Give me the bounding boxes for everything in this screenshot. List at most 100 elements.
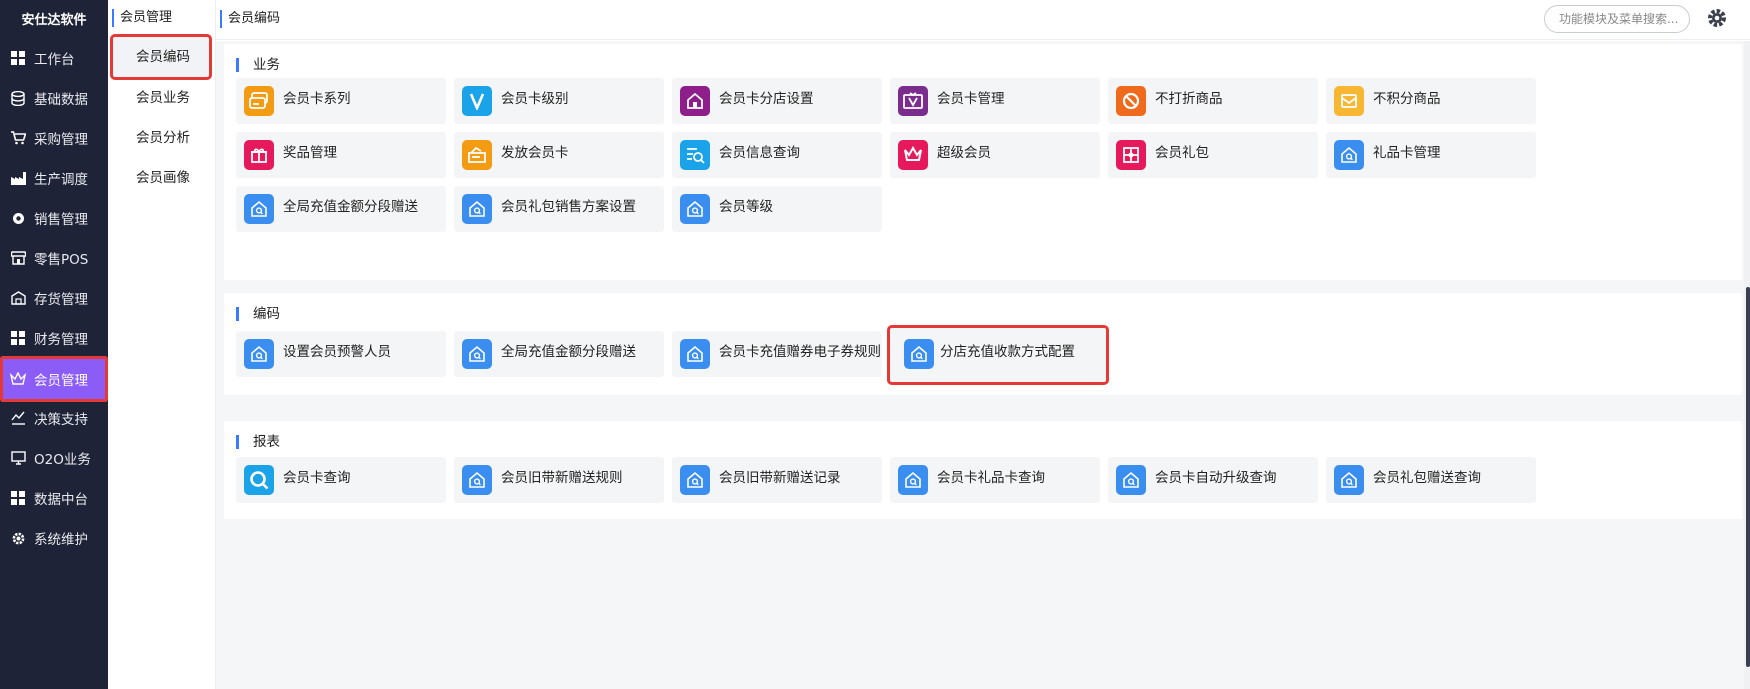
card-series-icon [244,86,274,116]
grid-icon [10,490,26,506]
chart-icon [10,410,26,426]
grid-icon [10,50,26,66]
sidebar-item-system[interactable]: 系统维护 [0,518,108,558]
tile-label: 分店充值收款方式配置 [940,344,1075,360]
sidebar-item-label: 采购管理 [34,132,88,148]
issue-card-icon [462,140,492,170]
submenu-item-member-business[interactable]: 会员业务 [108,78,216,118]
reports-tile[interactable]: 会员旧带新赠送记录 [672,457,882,503]
home-search-icon [244,194,274,224]
business-tile[interactable]: 不积分商品 [1326,78,1536,124]
database-icon [10,90,26,106]
v-level-icon [462,86,492,116]
submenu-item-member-code[interactable]: 会员编码 [110,34,212,80]
store-icon [10,250,26,266]
home-search-icon [1116,465,1146,495]
tile-label: 会员卡管理 [937,91,1005,107]
sidebar-item-label: 基础数据 [34,92,88,108]
business-tile[interactable]: 会员等级 [672,186,882,232]
sidebar-item-label: 财务管理 [34,332,88,348]
sidebar-item-finance[interactable]: 财务管理 [0,318,108,358]
tile-label: 会员卡级别 [501,91,569,107]
reports-tile[interactable]: 会员旧带新赠送规则 [454,457,664,503]
tile-label: 全局充值金额分段赠送 [283,199,418,215]
tile-label: 不打折商品 [1155,91,1223,107]
brand-logo: 安仕达软件 [21,13,87,28]
business-tile[interactable]: 超级会员 [890,132,1100,178]
sidebar-item-inventory[interactable]: 存货管理 [0,278,108,318]
sidebar-item-base-data[interactable]: 基础数据 [0,78,108,118]
section-reports: 报表 会员卡查询 会员旧带新赠送规则 会员旧带新赠送记录 会员卡礼品卡查询 会员卡自动升… [224,421,1742,519]
tile-label: 全局充值金额分段赠送 [501,344,636,360]
sidebar-item-member[interactable]: 会员管理 [0,356,108,402]
top-bar: 会员编码 功能模块及菜单搜索... [216,0,1750,40]
sidebar-item-decision[interactable]: 决策支持 [0,398,108,438]
home-search-icon [680,465,710,495]
tile-label: 会员卡充值赠券电子券规则 [719,344,881,360]
coding-tile[interactable]: 全局充值金额分段赠送 [454,331,664,377]
home-search-icon [462,339,492,369]
business-tile[interactable]: 礼品卡管理 [1326,132,1536,178]
submenu-title: 会员管理 [112,9,172,27]
content-area: 业务 会员卡系列 会员卡级别 会员卡分店设置 会员卡管理 不打折商品 不积分商品奖品管理 发… [216,41,1750,689]
coding-tile[interactable]: 会员卡充值赠券电子券规则 [672,331,882,377]
no-discount-icon [1116,86,1146,116]
sidebar-item-production[interactable]: 生产调度 [0,158,108,198]
reports-tile[interactable]: 会员礼包赠送查询 [1326,457,1536,503]
business-tile[interactable]: 会员卡系列 [236,78,446,124]
home-search-icon [680,339,710,369]
business-tile[interactable]: 奖品管理 [236,132,446,178]
business-tile[interactable]: 会员信息查询 [672,132,882,178]
home-search-icon [1334,140,1364,170]
sidebar-item-sales[interactable]: 销售管理 [0,198,108,238]
business-tile[interactable]: 不打折商品 [1108,78,1318,124]
home-search-icon [898,465,928,495]
tile-label: 超级会员 [937,145,991,161]
sidebar-item-label: 存货管理 [34,292,88,308]
sidebar-item-purchase[interactable]: 采购管理 [0,118,108,158]
submenu-item-member-portrait[interactable]: 会员画像 [108,158,216,198]
mail-box-icon [1334,86,1364,116]
settings-gear-icon[interactable] [1706,7,1728,29]
tile-label: 会员礼包销售方案设置 [501,199,636,215]
tile-label: 会员卡礼品卡查询 [937,470,1045,486]
coding-tile[interactable]: 设置会员预警人员 [236,331,446,377]
section-title: 报表 [236,435,280,449]
sidebar-item-retail-pos[interactable]: 零售POS [0,238,108,278]
gear-icon [10,530,26,546]
monitor-icon [10,450,26,466]
tile-label: 设置会员预警人员 [283,344,391,360]
home-search-icon [680,194,710,224]
business-tile[interactable]: 会员卡分店设置 [672,78,882,124]
warehouse-icon [10,290,26,306]
sidebar-item-data-center[interactable]: 数据中台 [0,478,108,518]
crown-icon [10,371,26,387]
secondary-menu: 会员管理 会员编码 会员业务 会员分析 会员画像 [108,0,216,689]
sidebar-item-workbench[interactable]: 工作台 [0,38,108,78]
business-tile[interactable]: 会员卡级别 [454,78,664,124]
magnifier-icon [244,465,274,495]
tile-label: 会员旧带新赠送规则 [501,470,623,486]
sidebar-item-label: 生产调度 [34,172,88,188]
submenu-item-member-analysis[interactable]: 会员分析 [108,118,216,158]
business-tile[interactable]: 发放会员卡 [454,132,664,178]
business-tile[interactable]: 会员卡管理 [890,78,1100,124]
reports-tile[interactable]: 会员卡查询 [236,457,446,503]
business-tile[interactable]: 全局充值金额分段赠送 [236,186,446,232]
home-search-icon [904,339,934,369]
sidebar-item-o2o[interactable]: O2O业务 [0,438,108,478]
main-sidebar: 安仕达软件 工作台 基础数据 采购管理 生产调度 销售管理 零售POS 存货管理… [0,0,108,689]
section-title: 业务 [236,58,280,72]
gift-pack-icon [1116,140,1146,170]
business-tile[interactable]: 会员礼包销售方案设置 [454,186,664,232]
business-tile[interactable]: 会员礼包 [1108,132,1318,178]
tile-label: 会员卡系列 [283,91,351,107]
coding-tile[interactable]: 分店充值收款方式配置 [887,325,1109,385]
reports-tile[interactable]: 会员卡礼品卡查询 [890,457,1100,503]
scrollbar-thumb[interactable] [1746,287,1750,667]
reports-tile[interactable]: 会员卡自动升级查询 [1108,457,1318,503]
home-search-icon [244,339,274,369]
sidebar-item-label: 工作台 [34,52,75,68]
search-input[interactable]: 功能模块及菜单搜索... [1544,5,1690,33]
store-house-icon [680,86,710,116]
